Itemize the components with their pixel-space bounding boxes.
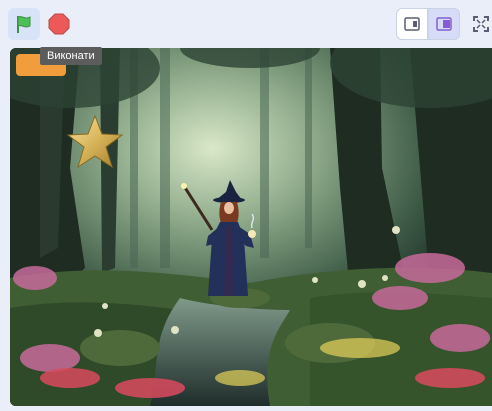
normal-stage-button[interactable] <box>428 8 460 40</box>
green-flag-button[interactable] <box>8 8 40 40</box>
stop-button[interactable] <box>43 8 75 40</box>
small-stage-button[interactable] <box>396 8 428 40</box>
star-sprite[interactable] <box>66 114 124 170</box>
fullscreen-button[interactable] <box>470 8 492 40</box>
fullscreen-icon <box>473 16 489 32</box>
stop-icon <box>48 13 70 35</box>
witch-sprite[interactable] <box>178 178 278 302</box>
run-tooltip: Виконати <box>40 47 102 65</box>
stage-toolbar <box>0 0 492 44</box>
green-flag-icon <box>17 16 31 33</box>
small-stage-icon <box>404 17 420 31</box>
stage[interactable] <box>10 48 492 406</box>
normal-stage-icon <box>436 17 452 31</box>
